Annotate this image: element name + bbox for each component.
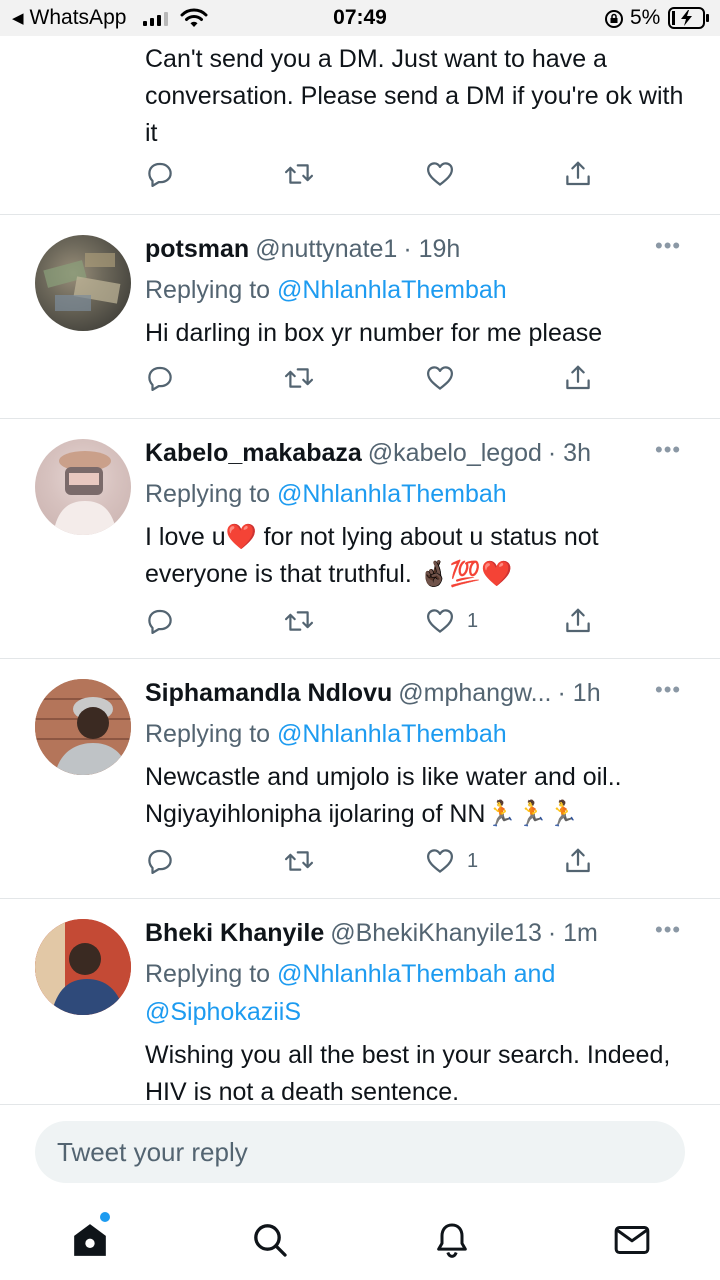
heart-icon — [427, 366, 453, 390]
like-count: 1 — [467, 609, 479, 632]
retweet-button[interactable] — [283, 606, 315, 636]
reply-icon — [148, 366, 172, 391]
retweet-button[interactable] — [283, 846, 315, 876]
tweet[interactable]: potsman @nuttynate1 · 19h ••• Replying t… — [0, 215, 720, 419]
retweet-icon — [284, 164, 314, 184]
avatar[interactable] — [35, 919, 131, 1015]
user-handle[interactable]: @nuttynate1 — [255, 235, 397, 264]
display-name[interactable]: potsman — [145, 235, 249, 264]
retweet-icon — [284, 611, 314, 631]
more-options-icon[interactable]: ••• — [655, 233, 681, 259]
tweet-header: Bheki Khanyile @BhekiKhanyile13 · 1m — [145, 919, 598, 948]
tweet-text: Newcastle and umjolo is like water and o… — [145, 763, 622, 828]
tweet[interactable]: Can't send you a DM. Just want to have a… — [0, 36, 720, 215]
mention-link[interactable]: @NhlanhlaThembah — [277, 720, 507, 748]
tweet-time: · 1m — [547, 919, 598, 947]
share-icon — [566, 848, 590, 873]
like-button[interactable] — [425, 159, 467, 189]
replying-label: Replying to — [145, 276, 271, 304]
display-name[interactable]: Siphamandla Ndlovu — [145, 679, 392, 708]
tweet-reply-input[interactable] — [35, 1121, 685, 1183]
replying-to: Replying to @NhlanhlaThembah — [145, 271, 507, 309]
tweet-text: I love u❤️ for not lying about u status … — [145, 523, 599, 588]
user-handle[interactable]: @mphangw... — [398, 679, 551, 708]
share-button[interactable] — [563, 363, 593, 393]
reply-icon — [148, 849, 172, 874]
share-button[interactable] — [563, 606, 593, 636]
tweet[interactable]: Bheki Khanyile @BhekiKhanyile13 · 1m •••… — [0, 899, 720, 1104]
retweet-icon — [284, 851, 314, 871]
avatar[interactable] — [35, 235, 131, 331]
like-button[interactable] — [425, 363, 467, 393]
replying-to: Replying to @NhlanhlaThembah and @Siphok… — [145, 955, 665, 1031]
nav-search[interactable] — [248, 1218, 292, 1262]
tweet-time: · 3h — [547, 439, 591, 467]
share-button[interactable] — [563, 159, 593, 189]
mention-link[interactable]: @NhlanhlaThembah — [277, 480, 507, 508]
reply-icon — [148, 609, 172, 634]
reply-composer — [0, 1104, 720, 1200]
tweet[interactable]: Kabelo_makabaza @kabelo_legod · 3h ••• R… — [0, 419, 720, 659]
like-count: 1 — [467, 849, 479, 872]
more-options-icon[interactable]: ••• — [655, 917, 681, 943]
battery-charging-icon — [668, 7, 710, 34]
share-button[interactable] — [563, 846, 593, 876]
share-icon — [566, 608, 590, 633]
replying-label: Replying to — [145, 960, 271, 988]
tweet[interactable]: Siphamandla Ndlovu @mphangw... · 1h ••• … — [0, 659, 720, 899]
tweet-text: Hi darling in box yr number for me pleas… — [145, 319, 603, 347]
search-icon — [254, 1224, 287, 1257]
rotation-lock-icon — [604, 9, 624, 34]
replying-to: Replying to @NhlanhlaThembah — [145, 715, 507, 753]
tweet-header: Siphamandla Ndlovu @mphangw... · 1h — [145, 679, 601, 708]
nav-messages[interactable] — [610, 1218, 654, 1262]
user-handle[interactable]: @BhekiKhanyile13 — [330, 919, 542, 948]
reply-icon — [148, 162, 172, 187]
more-options-icon[interactable]: ••• — [655, 677, 681, 703]
new-content-indicator — [100, 1212, 110, 1222]
battery-percent: 5% — [630, 6, 661, 29]
reply-button[interactable] — [145, 159, 175, 189]
share-icon — [566, 161, 590, 186]
retweet-button[interactable] — [283, 363, 315, 393]
heart-icon — [427, 609, 453, 633]
tweet-header: potsman @nuttynate1 · 19h — [145, 235, 460, 264]
like-button[interactable]: 1 — [425, 606, 478, 636]
reply-button[interactable] — [145, 363, 175, 393]
more-options-icon[interactable]: ••• — [655, 437, 681, 463]
tweet-text: Wishing you all the best in your search.… — [145, 1041, 671, 1104]
notifications-icon — [437, 1223, 467, 1258]
retweet-icon — [284, 368, 314, 388]
replying-to: Replying to @NhlanhlaThembah — [145, 475, 507, 513]
nav-home[interactable] — [68, 1218, 112, 1262]
reply-button[interactable] — [145, 606, 175, 636]
like-button[interactable]: 1 — [425, 846, 478, 876]
avatar[interactable] — [35, 679, 131, 775]
display-name[interactable]: Kabelo_makabaza — [145, 439, 362, 468]
share-icon — [566, 365, 590, 390]
reply-feed: Can't send you a DM. Just want to have a… — [0, 36, 720, 1104]
messages-icon — [614, 1226, 650, 1254]
home-icon — [74, 1224, 106, 1256]
status-bar: ◀ WhatsApp 07:49 5% — [0, 0, 720, 36]
tweet-text: Can't send you a DM. Just want to have a… — [145, 45, 684, 147]
display-name[interactable]: Bheki Khanyile — [145, 919, 324, 948]
replying-label: Replying to — [145, 720, 271, 748]
tweet-time: · 19h — [403, 235, 461, 263]
heart-icon — [427, 849, 453, 873]
avatar[interactable] — [35, 439, 131, 535]
tweet-time: · 1h — [557, 679, 601, 707]
replying-label: Replying to — [145, 480, 271, 508]
heart-icon — [427, 162, 453, 186]
user-handle[interactable]: @kabelo_legod — [368, 439, 542, 468]
reply-button[interactable] — [145, 846, 175, 876]
mention-link[interactable]: @NhlanhlaThembah — [277, 276, 507, 304]
bottom-nav — [0, 1200, 720, 1280]
tweet-header: Kabelo_makabaza @kabelo_legod · 3h — [145, 439, 591, 468]
retweet-button[interactable] — [283, 159, 315, 189]
nav-notifications[interactable] — [430, 1218, 474, 1262]
